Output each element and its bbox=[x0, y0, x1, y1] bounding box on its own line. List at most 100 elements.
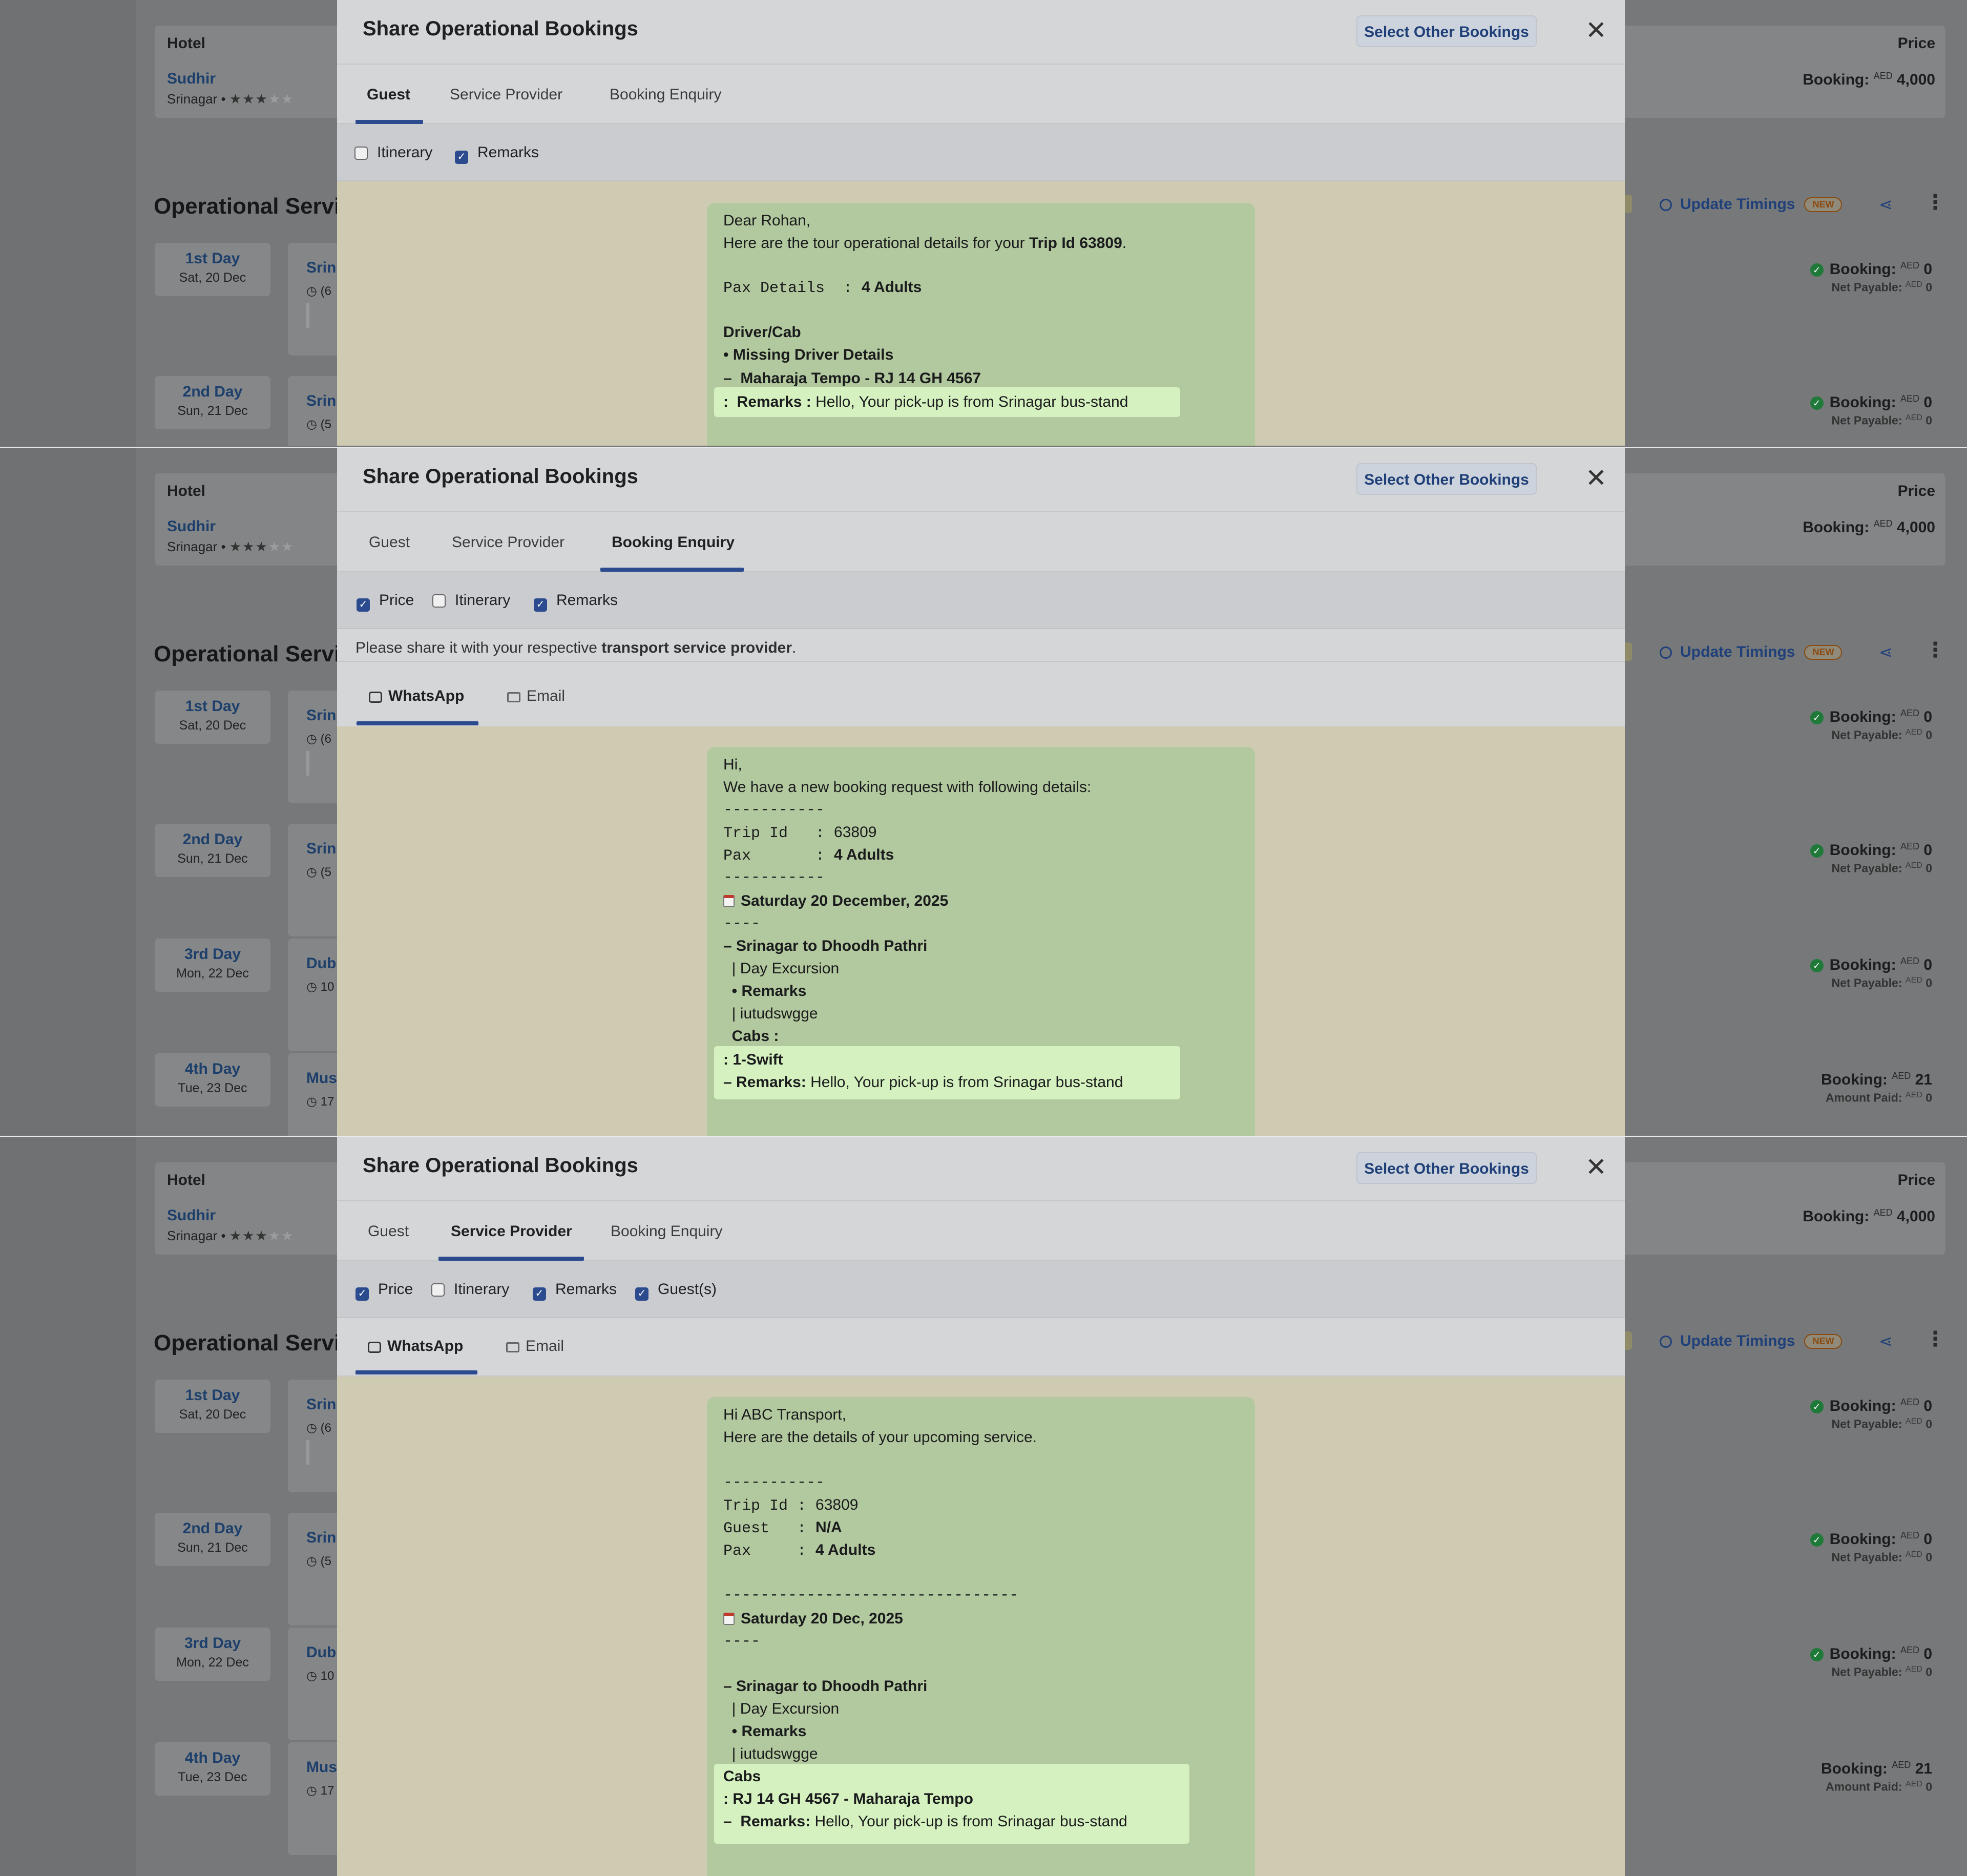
star-empty-icon: ★★ bbox=[268, 1228, 295, 1243]
check-icon: ✓ bbox=[1810, 711, 1824, 724]
new-badge: NEW bbox=[1804, 645, 1843, 660]
close-icon[interactable]: ✕ bbox=[1580, 1149, 1613, 1185]
modal-header: Share Operational Bookings Select Other … bbox=[337, 0, 1625, 65]
checkbox-checked[interactable]: ✓ bbox=[455, 151, 468, 164]
share-icon[interactable]: ⋖ bbox=[1879, 642, 1893, 662]
mail-icon bbox=[506, 1342, 519, 1352]
modal-title: Share Operational Bookings bbox=[363, 1154, 638, 1177]
hotel-sub: Srinagar • ★★★★★ bbox=[167, 1228, 295, 1243]
star-empty-icon: ★★ bbox=[268, 91, 295, 107]
option-price[interactable]: ✓ Price bbox=[355, 1281, 413, 1301]
day-box: 1st Day Sat, 20 Dec bbox=[155, 243, 270, 296]
hotel-header: Hotel bbox=[167, 483, 205, 499]
operational-services-title: Operational Servi bbox=[154, 641, 341, 666]
update-timings-button[interactable]: Update Timings NEW bbox=[1660, 643, 1843, 661]
check-icon: ✓ bbox=[1810, 1533, 1824, 1547]
active-tab-indicator bbox=[355, 120, 423, 124]
tab-service-provider[interactable]: Service Provider bbox=[450, 86, 562, 103]
option-remarks[interactable]: ✓ Remarks bbox=[455, 144, 539, 164]
share-modal: Share Operational Bookings Select Other … bbox=[337, 0, 1625, 446]
tab-booking-enquiry[interactable]: Booking Enquiry bbox=[612, 534, 735, 551]
update-timings-button[interactable]: Update Timings NEW bbox=[1660, 1332, 1843, 1350]
update-timings-button[interactable]: Update Timings NEW bbox=[1660, 196, 1843, 213]
check-icon: ✓ bbox=[1810, 263, 1824, 277]
checkbox-checked[interactable]: ✓ bbox=[635, 1287, 648, 1301]
hotel-sub: Srinagar • ★★★★★ bbox=[167, 539, 295, 554]
whatsapp-icon bbox=[368, 1342, 381, 1353]
message-bubble: Hi ABC Transport, Here are the details o… bbox=[707, 1397, 1255, 1876]
option-guests[interactable]: ✓ Guest(s) bbox=[635, 1281, 717, 1301]
tab-whatsapp[interactable]: WhatsApp bbox=[368, 1338, 463, 1355]
modal-title: Share Operational Bookings bbox=[363, 465, 638, 488]
close-icon[interactable]: ✕ bbox=[1580, 460, 1613, 496]
share-icon[interactable]: ⋖ bbox=[1879, 1331, 1893, 1351]
day-booking: ✓ Booking: AED 0 Net Payable: AED 0 bbox=[1810, 260, 1932, 295]
day-box: 4th Day Tue, 23 Dec bbox=[155, 1742, 270, 1796]
star-icon: ★★★ bbox=[229, 539, 268, 554]
new-badge: NEW bbox=[1804, 197, 1843, 212]
day-booking: ✓ Booking: AED 0 Net Payable: AED 0 bbox=[1810, 1645, 1932, 1679]
share-icon[interactable]: ⋖ bbox=[1879, 195, 1893, 214]
more-icon[interactable]: ⋮ bbox=[1925, 191, 1945, 214]
more-icon[interactable]: ⋮ bbox=[1925, 638, 1945, 662]
day-box: 2nd Day Sun, 21 Dec bbox=[155, 376, 270, 429]
hotel-name[interactable]: Sudhir bbox=[167, 70, 216, 88]
operational-services-title: Operational Servi bbox=[154, 1330, 341, 1356]
close-icon[interactable]: ✕ bbox=[1580, 12, 1613, 48]
star-icon: ★★★ bbox=[229, 1228, 268, 1243]
hotel-name[interactable]: Sudhir bbox=[167, 518, 216, 535]
day-booking: ✓ Booking: AED 0 Net Payable: AED 0 bbox=[1810, 956, 1932, 990]
tab-guest[interactable]: Guest bbox=[369, 534, 410, 551]
hotel-header: Hotel bbox=[167, 1172, 205, 1189]
hotel-name[interactable]: Sudhir bbox=[167, 1207, 216, 1224]
panel-service-provider: Hotel Sudhir Srinagar • ★★★★★ Price Book… bbox=[0, 1136, 1967, 1876]
tab-service-provider[interactable]: Service Provider bbox=[451, 1223, 572, 1240]
select-other-bookings-button[interactable]: Select Other Bookings bbox=[1356, 463, 1537, 495]
tab-email[interactable]: Email bbox=[506, 1338, 564, 1355]
check-icon: ✓ bbox=[1810, 959, 1824, 972]
tab-guest[interactable]: Guest bbox=[368, 1223, 409, 1240]
modal-title: Share Operational Bookings bbox=[363, 17, 638, 40]
checkbox[interactable] bbox=[431, 1283, 445, 1297]
day-box: 2nd Day Sun, 21 Dec bbox=[155, 824, 270, 877]
day-box: 2nd Day Sun, 21 Dec bbox=[155, 1513, 270, 1566]
day-booking: ✓ Booking: AED 0 Net Payable: AED 0 bbox=[1810, 841, 1932, 876]
tab-guest[interactable]: Guest bbox=[367, 86, 410, 103]
day-booking: ✓ Booking: AED 0 Net Payable: AED 0 bbox=[1810, 393, 1932, 428]
day-booking: ✓ Booking: AED 0 Net Payable: AED 0 bbox=[1810, 1530, 1932, 1565]
modal-header: Share Operational Bookings Select Other … bbox=[337, 448, 1625, 512]
select-other-bookings-button[interactable]: Select Other Bookings bbox=[1356, 15, 1537, 47]
modal-tabs: Guest Service Provider Booking Enquiry bbox=[337, 65, 1625, 124]
check-icon: ✓ bbox=[1810, 1648, 1824, 1661]
more-icon[interactable]: ⋮ bbox=[1925, 1327, 1945, 1351]
active-tab-indicator bbox=[600, 568, 744, 572]
option-remarks[interactable]: ✓ Remarks bbox=[533, 1281, 617, 1301]
star-icon: ★★★ bbox=[229, 91, 268, 107]
message-bubble: Dear Rohan, Here are the tour operationa… bbox=[707, 203, 1255, 446]
tab-booking-enquiry[interactable]: Booking Enquiry bbox=[610, 86, 721, 103]
option-itinerary[interactable]: Itinerary bbox=[431, 1281, 509, 1298]
checkbox[interactable] bbox=[354, 147, 368, 160]
clock-icon bbox=[1660, 1336, 1672, 1348]
modal-header: Share Operational Bookings Select Other … bbox=[337, 1137, 1625, 1201]
share-modal: Share Operational Bookings Select Other … bbox=[337, 1137, 1625, 1876]
day-booking: Booking: AED 21 Amount Paid: AED 0 bbox=[1820, 1071, 1932, 1104]
day-box: 4th Day Tue, 23 Dec bbox=[155, 1053, 270, 1107]
price-header: Price bbox=[1897, 1172, 1935, 1189]
tab-service-provider[interactable]: Service Provider bbox=[452, 534, 564, 551]
option-itinerary[interactable]: Itinerary bbox=[354, 144, 432, 161]
day-booking: ✓ Booking: AED 0 Net Payable: AED 0 bbox=[1810, 1397, 1932, 1431]
hotel-booking: Booking: AED 4,000 bbox=[1803, 71, 1935, 88]
message-area: Dear Rohan, Here are the tour operationa… bbox=[337, 181, 1625, 446]
price-header: Price bbox=[1897, 483, 1935, 499]
modal-tabs: Guest Service Provider Booking Enquiry bbox=[337, 512, 1625, 572]
panel-guest: Hotel Sudhir Srinagar • ★★★★★ Price Book… bbox=[0, 0, 1967, 446]
modal-tabs: Guest Service Provider Booking Enquiry bbox=[337, 1201, 1625, 1261]
message-area: Hi ABC Transport, Here are the details o… bbox=[337, 1375, 1625, 1876]
day-booking: ✓ Booking: AED 0 Net Payable: AED 0 bbox=[1810, 708, 1932, 742]
checkbox-checked[interactable]: ✓ bbox=[355, 1287, 369, 1301]
checkbox-checked[interactable]: ✓ bbox=[533, 1287, 546, 1301]
options-bar: Itinerary ✓ Remarks bbox=[337, 124, 1625, 181]
select-other-bookings-button[interactable]: Select Other Bookings bbox=[1356, 1152, 1537, 1184]
tab-booking-enquiry[interactable]: Booking Enquiry bbox=[611, 1223, 722, 1240]
